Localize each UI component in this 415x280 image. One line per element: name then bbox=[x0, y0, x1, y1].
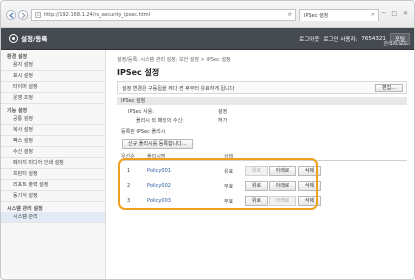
user-id: 7654321 bbox=[361, 36, 386, 42]
sidebar-item-system-mgmt[interactable]: 시스템 관리 bbox=[1, 212, 105, 223]
logout-link[interactable]: 로그아웃 bbox=[299, 35, 319, 43]
notice-text: 설정 변경은 구동됩을 켜다 켠 후부터 유효하게 됩니다 bbox=[122, 86, 235, 92]
sidebar-item-media-print[interactable]: 페이지 미디어 인쇄 설정 bbox=[1, 158, 105, 169]
registered-policies-label: 등록된 IPSec 폴리시 bbox=[121, 129, 166, 135]
row-priority: 1 bbox=[127, 168, 131, 174]
address-bar[interactable]: http://192.168.1.24/rs_security_ipsec.ht… bbox=[31, 9, 296, 21]
move-down-button: 아래로 bbox=[269, 196, 296, 206]
row-status: 유효 bbox=[224, 169, 234, 175]
column-header-status: 상태 bbox=[224, 154, 234, 160]
sidebar-item-sync[interactable]: 동기식 설정 bbox=[1, 191, 105, 202]
page-icon bbox=[35, 12, 41, 18]
refresh-icon[interactable]: ⟳ bbox=[288, 12, 292, 18]
sidebar-item-display[interactable]: 표시 설정 bbox=[1, 71, 105, 82]
ipsec-use-value: 설정 bbox=[218, 109, 228, 115]
row-status: 무효 bbox=[224, 199, 234, 205]
sidebar-item-copy[interactable]: 복사 설정 bbox=[1, 125, 105, 136]
window-controls-icon[interactable]: ─ □ ✕ bbox=[382, 10, 410, 17]
sidebar-header-system: 시스템 관리 설정 bbox=[7, 206, 43, 212]
row-policy-name-link[interactable]: Policy001 bbox=[147, 168, 171, 174]
row-policy-name-link[interactable]: Policy002 bbox=[147, 183, 171, 189]
row-policy-name-link[interactable]: Policy003 bbox=[147, 198, 171, 204]
notice-bar: 설정 변경은 구동됩을 켜다 켠 후부터 유효하게 됩니다 편집... bbox=[117, 81, 407, 94]
browser-tab[interactable]: IPSec 설정 ✕ bbox=[299, 9, 379, 21]
browser-window: http://192.168.1.24/rs_security_ipsec.ht… bbox=[0, 0, 415, 280]
table-row: 3 Policy003 무효 위로 아래로 삭제 bbox=[121, 194, 407, 209]
browser-toolbar: http://192.168.1.24/rs_security_ipsec.ht… bbox=[1, 1, 414, 28]
user-label: 로그인 사용자: bbox=[323, 37, 358, 43]
delete-button[interactable]: 삭제 bbox=[298, 166, 321, 176]
ipsec-use-label: IPSec 사용: bbox=[128, 109, 154, 115]
sidebar-item-report[interactable]: 리포트 출력 설정 bbox=[1, 180, 105, 191]
sidebar-item-paper[interactable]: 용지 설정 bbox=[1, 60, 105, 71]
receive-nonpolicy-value: 허가 bbox=[218, 118, 228, 124]
move-up-button: 위로 bbox=[245, 166, 268, 176]
register-policy-button[interactable]: 신규 폴리시를 등록합니다... bbox=[122, 139, 193, 149]
forward-icon[interactable] bbox=[18, 10, 28, 20]
edit-button[interactable]: 편집... bbox=[375, 84, 403, 92]
back-icon[interactable] bbox=[6, 10, 16, 20]
column-header-priority: 우선순 bbox=[121, 154, 135, 160]
tab-label: IPSec 설정 bbox=[304, 13, 329, 19]
sidebar-item-printer[interactable]: 프린터 설정 bbox=[1, 169, 105, 180]
sidebar: 환경 설정 용지 설정 표시 설정 타이머 설정 운영 조정 기능 설정 공통 … bbox=[1, 50, 106, 279]
settings-gear-icon bbox=[9, 33, 18, 43]
address-url: http://192.168.1.24/rs_security_ipsec.ht… bbox=[44, 12, 150, 18]
sidebar-header-function: 기능 설정 bbox=[7, 108, 28, 114]
row-status: 무효 bbox=[224, 184, 234, 190]
close-tab-icon[interactable]: ✕ bbox=[371, 12, 375, 18]
app-header: 설정/등록 로그아웃 로그인 사용자: 7654321 포털 bbox=[1, 28, 414, 50]
header-title: 설정/등록 bbox=[9, 33, 47, 43]
page-title: IPSec 설정 bbox=[117, 68, 160, 77]
delete-button[interactable]: 삭제 bbox=[298, 181, 321, 191]
sidebar-item-adjust[interactable]: 운영 조정 bbox=[1, 93, 105, 104]
sidebar-item-timer[interactable]: 타이머 설정 bbox=[1, 82, 105, 93]
delete-button[interactable]: 삭제 bbox=[298, 196, 321, 206]
breadcrumb: 설정/등록: 시스템 관리 설정: 보안 설정 > IPSec 설정 bbox=[117, 57, 231, 63]
table-row: 2 Policy002 무효 위로 아래로 삭제 bbox=[121, 179, 407, 194]
move-down-button[interactable]: 아래로 bbox=[269, 166, 296, 176]
column-header-name: 폴리시명 bbox=[147, 154, 166, 160]
row-priority: 3 bbox=[127, 198, 131, 204]
move-up-button[interactable]: 위로 bbox=[245, 181, 268, 191]
main-content: 설정/등록: 시스템 관리 설정: 보안 설정 > IPSec 설정 IPSec… bbox=[106, 50, 414, 279]
receive-nonpolicy-label: 폴리시 외 패킷의 수신: bbox=[136, 118, 184, 124]
sidebar-item-fax[interactable]: 팩스 설정 bbox=[1, 136, 105, 147]
sidebar-item-common[interactable]: 공통 설정 bbox=[1, 114, 105, 125]
sidebar-item-receive[interactable]: 수신 설정 bbox=[1, 147, 105, 158]
table-row: 1 Policy001 유효 위로 아래로 삭제 bbox=[121, 164, 407, 179]
header-title-text: 설정/등록 bbox=[21, 35, 48, 43]
section-header: IPSec 설정 bbox=[117, 97, 407, 105]
sidebar-header-env: 환경 설정 bbox=[7, 54, 28, 60]
move-down-button[interactable]: 아래로 bbox=[269, 181, 296, 191]
table-header-divider bbox=[121, 160, 407, 161]
move-up-button[interactable]: 위로 bbox=[245, 196, 268, 206]
row-priority: 2 bbox=[127, 183, 131, 189]
admin-mode-label: 관리자 모드 bbox=[383, 41, 408, 47]
